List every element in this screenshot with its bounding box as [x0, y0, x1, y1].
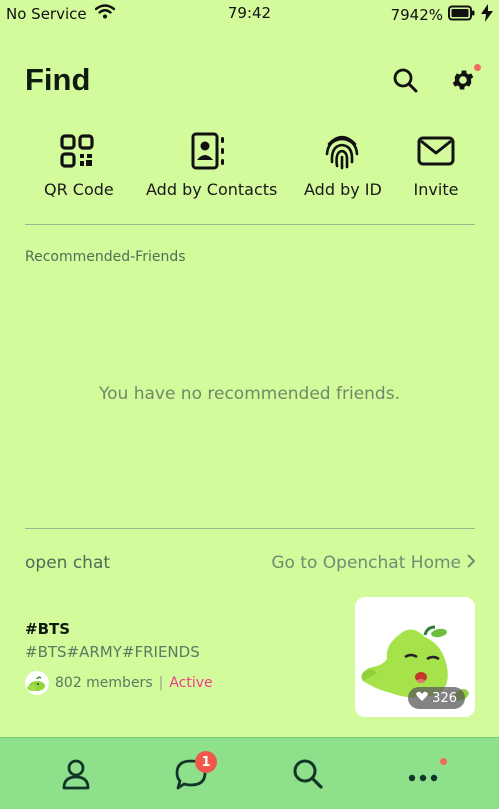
add-by-id-button[interactable]: Add by ID — [304, 130, 382, 199]
person-icon — [61, 758, 91, 794]
settings-notification-dot — [474, 64, 481, 71]
like-count-badge: 326 — [408, 687, 465, 709]
heart-icon — [416, 691, 428, 706]
chat-title[interactable]: #BTS — [25, 620, 70, 638]
meta-separator: | — [158, 675, 164, 691]
contacts-icon — [146, 130, 270, 172]
battery-percent: 7942% — [390, 6, 443, 24]
chevron-right-icon — [467, 553, 476, 573]
more-icon — [408, 767, 438, 786]
openchat-home-link[interactable]: Go to Openchat Home — [271, 553, 476, 573]
gear-icon — [450, 67, 476, 97]
qr-code-icon — [44, 130, 110, 172]
status-badge: Active — [169, 675, 213, 691]
tab-friends[interactable] — [56, 756, 96, 796]
add-by-contacts-button[interactable]: Add by Contacts — [146, 130, 278, 199]
openchat-home-label: Go to Openchat Home — [271, 553, 461, 573]
quick-actions: QR Code Add by Contacts Add by ID Invite — [0, 130, 499, 210]
empty-recommendations-message: You have no recommended friends. — [98, 384, 400, 404]
search-icon — [292, 758, 324, 794]
add-by-id-label: Add by ID — [304, 180, 382, 199]
battery-icon — [448, 5, 476, 25]
like-count: 326 — [432, 690, 457, 706]
chat-meta: 802 members | Active — [25, 671, 213, 695]
settings-button[interactable] — [449, 64, 481, 97]
chat-tags: #BTS#ARMY#FRIENDS — [25, 643, 200, 661]
recommended-friends-label: Recommended-Friends — [25, 249, 186, 265]
qr-code-button[interactable]: QR Code — [44, 130, 114, 199]
mail-icon — [411, 130, 461, 172]
status-bar: No Service 79:42 7942% — [0, 0, 499, 28]
search-icon — [392, 67, 418, 97]
avatar — [25, 671, 49, 695]
tab-find[interactable] — [288, 756, 328, 796]
chat-unread-badge: 1 — [195, 751, 217, 773]
search-button[interactable] — [391, 68, 419, 96]
chat-thumbnail[interactable]: 326 — [355, 597, 475, 717]
divider-top — [25, 224, 475, 225]
open-chat-label: open chat — [25, 553, 111, 573]
member-count: 802 members — [55, 675, 153, 691]
more-notification-dot — [440, 758, 447, 765]
qr-code-label: QR Code — [44, 180, 114, 199]
bottom-tab-bar: 1 — [0, 737, 499, 809]
invite-button[interactable]: Invite — [411, 130, 461, 199]
tab-chats[interactable]: 1 — [171, 751, 217, 796]
page-title: Find — [25, 62, 91, 97]
invite-label: Invite — [413, 180, 459, 199]
divider-bottom — [25, 528, 475, 529]
tab-more[interactable] — [403, 756, 447, 796]
fingerprint-icon — [304, 130, 380, 172]
add-by-contacts-label: Add by Contacts — [146, 180, 278, 199]
charging-bolt-icon — [481, 4, 493, 26]
status-right: 7942% — [391, 4, 493, 26]
